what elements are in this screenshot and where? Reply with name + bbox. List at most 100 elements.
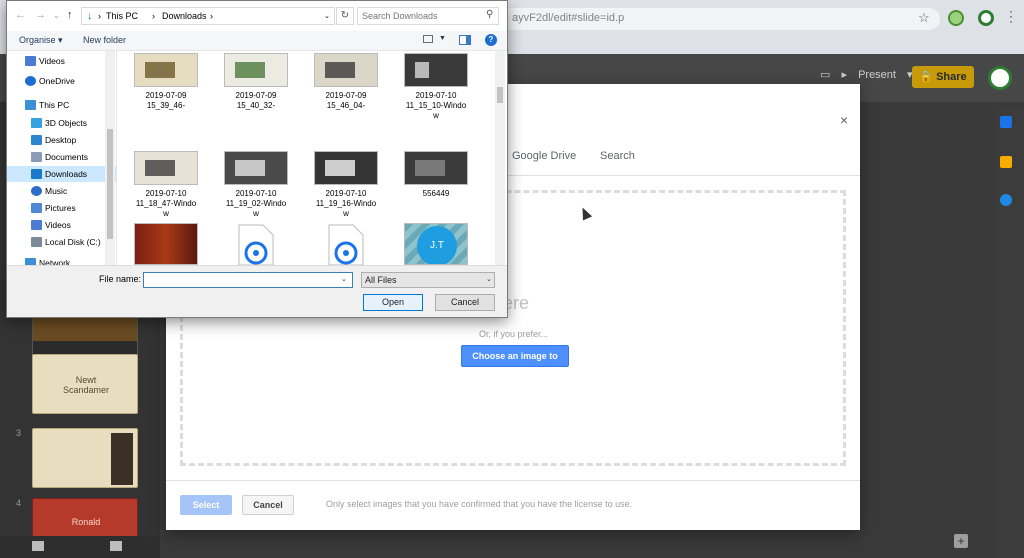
chevron-down-icon[interactable]: ⌄ bbox=[53, 11, 60, 20]
chevron-down-icon[interactable]: ▼ bbox=[439, 35, 446, 42]
thumbnail-detail bbox=[145, 160, 175, 176]
comment-icon[interactable]: ▭ bbox=[820, 68, 830, 81]
nav-item-desktop[interactable]: Desktop bbox=[7, 132, 116, 148]
tasks-icon[interactable] bbox=[1000, 194, 1012, 206]
filetype-value: All Files bbox=[365, 275, 397, 285]
present-button[interactable]: Present bbox=[858, 69, 896, 81]
filetype-select[interactable]: All Files ⌄ bbox=[361, 272, 495, 288]
open-button[interactable]: Open bbox=[363, 294, 423, 311]
file-list: 2019-07-09 15_39_46- 2019-07-09 15_40_32-… bbox=[117, 51, 507, 265]
file-open-dialog: ← → ⌄ ↑ ↓ › This PC › Downloads › ⌄ ↻ ⚲ … bbox=[6, 0, 508, 318]
network-icon bbox=[25, 258, 36, 265]
file-badge: J.T bbox=[417, 226, 457, 264]
present-control[interactable]: ▭ ▸ Present ▾ bbox=[820, 68, 921, 81]
cube-icon bbox=[31, 118, 42, 128]
nav-item-music[interactable]: Music bbox=[7, 183, 116, 199]
file-name: 2019-07-09 15_46_04- bbox=[325, 91, 367, 110]
nav-item-label: Network bbox=[39, 258, 71, 265]
command-bar: Organise ▾ New folder ▼ ? bbox=[7, 31, 507, 51]
file-name: 2019-07-10 11_19_16-Windo w bbox=[315, 189, 377, 218]
nav-item-onedrive[interactable]: OneDrive bbox=[7, 73, 116, 89]
nav-item-label: Pictures bbox=[45, 203, 76, 213]
nav-item-documents[interactable]: Documents bbox=[7, 149, 116, 165]
profile-icon[interactable] bbox=[978, 10, 994, 26]
refresh-icon: ↻ bbox=[340, 10, 350, 21]
view-options-icon[interactable] bbox=[423, 35, 433, 43]
search-input[interactable] bbox=[358, 8, 480, 24]
nav-item-network[interactable]: Network bbox=[7, 255, 116, 265]
thumbnail-detail bbox=[235, 160, 265, 176]
thumbnail-detail bbox=[235, 62, 265, 78]
select-button[interactable]: Select bbox=[180, 495, 232, 515]
side-panel bbox=[994, 108, 1024, 558]
share-label: Share bbox=[936, 71, 967, 83]
choose-image-button[interactable]: Choose an image to upload bbox=[461, 345, 569, 381]
slide-number: 4 bbox=[16, 498, 22, 508]
disk-icon bbox=[31, 237, 42, 247]
file-list-scrollbar[interactable] bbox=[495, 51, 505, 265]
tab-google-drive[interactable]: Google Drive bbox=[512, 150, 576, 162]
add-icon[interactable]: + bbox=[954, 534, 968, 548]
new-folder-button[interactable]: New folder bbox=[83, 35, 126, 45]
star-icon[interactable]: ☆ bbox=[918, 10, 930, 26]
videos-icon bbox=[31, 220, 42, 230]
path-separator: › bbox=[98, 11, 101, 21]
nav-item-videos[interactable]: Videos bbox=[7, 217, 116, 233]
media-file-icon bbox=[325, 223, 367, 265]
refresh-button[interactable]: ↻ bbox=[336, 7, 354, 25]
nav-item-this-pc[interactable]: This PC bbox=[7, 97, 116, 113]
nav-item-3d-objects[interactable]: 3D Objects bbox=[7, 115, 116, 131]
breadcrumb-this-pc[interactable]: This PC bbox=[106, 11, 138, 21]
slide-number: 3 bbox=[16, 428, 22, 438]
filename-label: File name: bbox=[99, 274, 142, 284]
close-icon[interactable]: × bbox=[840, 112, 848, 128]
back-arrow-icon[interactable]: ← bbox=[15, 9, 26, 21]
forward-arrow-icon[interactable]: → bbox=[35, 9, 46, 21]
nav-item-pictures[interactable]: Pictures bbox=[7, 200, 116, 216]
organise-button[interactable]: Organise ▾ bbox=[19, 35, 63, 46]
address-bar[interactable]: ayvF2dl/edit#slide=id.p bbox=[500, 8, 940, 30]
path-breadcrumb[interactable]: ↓ › This PC › Downloads › ⌄ bbox=[81, 7, 335, 25]
nav-pane-scroll-thumb[interactable] bbox=[107, 129, 113, 239]
tab-search[interactable]: Search bbox=[600, 150, 635, 162]
help-icon[interactable]: ? bbox=[485, 34, 497, 46]
file-name: 556449 bbox=[422, 189, 450, 198]
path-separator: › bbox=[210, 11, 213, 21]
file-thumbnail bbox=[314, 151, 378, 185]
present-icon[interactable]: ▸ bbox=[841, 68, 847, 81]
address-text: ayvF2dl/edit#slide=id.p bbox=[512, 12, 625, 24]
kebab-menu-icon[interactable]: ⋮ bbox=[1004, 8, 1018, 25]
slide-thumbnail[interactable]: Newt Scandamer bbox=[32, 354, 138, 414]
dialog-footer: Select Cancel Only select images that yo… bbox=[166, 480, 860, 530]
breadcrumb-downloads[interactable]: Downloads bbox=[162, 11, 207, 21]
list-view-icon[interactable] bbox=[110, 541, 122, 551]
preview-pane-icon[interactable] bbox=[459, 35, 471, 45]
nav-item-label: This PC bbox=[39, 100, 70, 110]
cancel-button[interactable]: Cancel bbox=[435, 294, 495, 311]
nav-item-label: OneDrive bbox=[39, 76, 75, 86]
extension-icon[interactable] bbox=[948, 10, 964, 26]
slide-thumbnail[interactable] bbox=[32, 428, 138, 488]
chevron-down-icon[interactable]: ⌄ bbox=[341, 275, 347, 283]
pictures-icon bbox=[31, 203, 42, 213]
nav-item-label: Desktop bbox=[45, 135, 77, 145]
nav-item-downloads[interactable]: Downloads bbox=[7, 166, 116, 182]
search-box[interactable]: ⚲ bbox=[357, 7, 499, 25]
nav-item-local-disk-c[interactable]: Local Disk (C:) bbox=[7, 234, 116, 250]
grid-view-icon[interactable] bbox=[32, 541, 44, 551]
keep-icon[interactable] bbox=[1000, 156, 1012, 168]
or-text: Or, if you prefer... bbox=[479, 329, 549, 339]
file-dialog-footer: File name: ⌄ All Files ⌄ Open Cancel bbox=[7, 265, 507, 317]
avatar[interactable] bbox=[988, 66, 1012, 90]
cancel-button[interactable]: Cancel bbox=[242, 495, 294, 515]
chevron-down-icon[interactable]: ⌄ bbox=[324, 12, 330, 20]
file-name: 2019-07-10 11_15_10-Windo w bbox=[405, 91, 467, 120]
license-note: Only select images that you have confirm… bbox=[326, 499, 633, 509]
calendar-icon[interactable] bbox=[1000, 116, 1012, 128]
chevron-down-icon: ⌄ bbox=[486, 276, 492, 283]
share-button[interactable]: 🔒 Share bbox=[912, 66, 974, 88]
up-arrow-icon[interactable]: ↑ bbox=[67, 9, 73, 21]
nav-item-videos[interactable]: Videos bbox=[7, 53, 116, 69]
file-list-scroll-thumb[interactable] bbox=[497, 87, 503, 103]
filename-input[interactable] bbox=[143, 272, 353, 288]
